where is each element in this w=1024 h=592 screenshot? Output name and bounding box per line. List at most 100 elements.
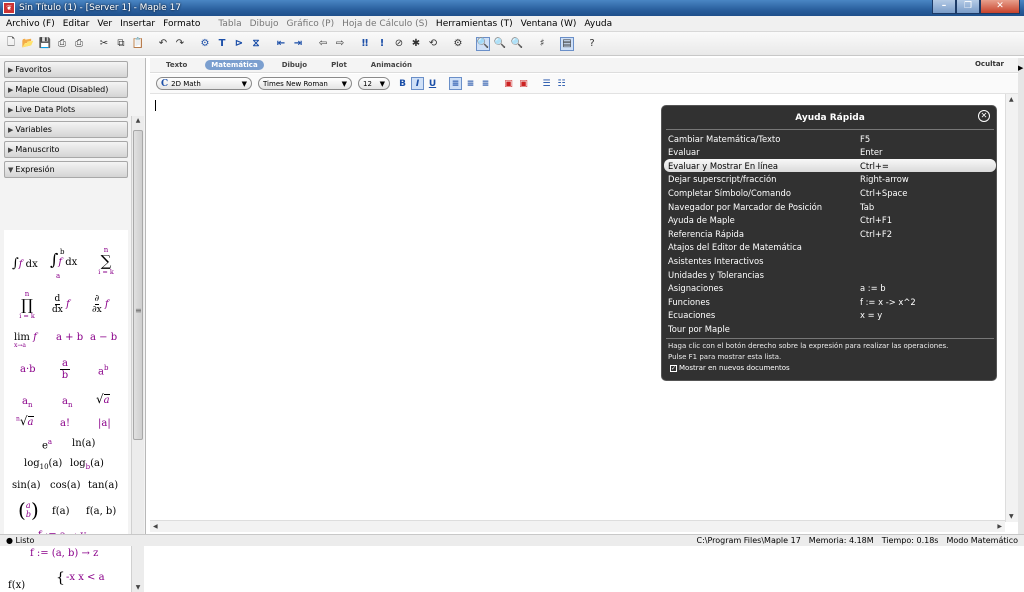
- hide-toolbar-button[interactable]: Ocultar: [975, 60, 1004, 68]
- stop-icon[interactable]: ⊘: [392, 37, 406, 51]
- quick-help-row[interactable]: Ayuda de Maple Ctrl+F1: [664, 214, 996, 227]
- menu-tabla[interactable]: Tabla: [214, 19, 245, 29]
- collapse-arrow-icon[interactable]: ▶: [1018, 64, 1023, 72]
- menu-grafico[interactable]: Gráfico (P): [282, 19, 338, 29]
- palette-live-data-plots[interactable]: ▶ Live Data Plots: [4, 101, 128, 118]
- menu-formato[interactable]: Formato: [159, 19, 204, 29]
- italic-button[interactable]: I: [411, 77, 424, 90]
- expr-factorial[interactable]: a!: [60, 418, 70, 429]
- palette-maple-cloud[interactable]: ▶ Maple Cloud (Disabled): [4, 81, 128, 98]
- toggle-text-math-icon[interactable]: ⚙: [198, 37, 212, 51]
- menu-hoja-calculo[interactable]: Hoja de Cálculo (S): [338, 19, 432, 29]
- bullet-list-icon[interactable]: ☰: [540, 77, 553, 90]
- undo-icon[interactable]: ↶: [156, 37, 170, 51]
- expr-sum[interactable]: n ∑ i = k: [94, 246, 118, 276]
- expr-cos[interactable]: cos(a): [50, 480, 81, 491]
- scroll-thumb[interactable]: [133, 130, 143, 440]
- open-folder-icon[interactable]: 📂: [21, 37, 35, 51]
- maximize-button[interactable]: ❐: [956, 0, 980, 14]
- palette-scrollbar[interactable]: ▲ ≡ ▼: [131, 116, 144, 592]
- expr-partial[interactable]: ∂ ∂x f: [92, 294, 109, 315]
- menu-herramientas[interactable]: Herramientas (T): [432, 19, 517, 29]
- tab-dibujo[interactable]: Dibujo: [276, 60, 313, 70]
- menu-insertar[interactable]: Insertar: [116, 19, 159, 29]
- quick-help-row[interactable]: Evaluar Enter: [664, 146, 996, 159]
- quick-help-row[interactable]: Funciones f := x -> x^2: [664, 295, 996, 308]
- expr-nth-root[interactable]: n√a: [16, 414, 34, 428]
- expr-logb[interactable]: logb(a): [70, 458, 104, 471]
- expr-sqrt[interactable]: √a: [96, 392, 110, 406]
- scroll-right-icon[interactable]: ▶: [997, 523, 1002, 530]
- expr-integral[interactable]: ∫f dx: [12, 256, 38, 271]
- expr-log10[interactable]: log10(a): [24, 458, 62, 471]
- close-button[interactable]: ✕: [980, 0, 1020, 14]
- help-icon[interactable]: ?: [585, 37, 599, 51]
- expr-subscript[interactable]: an: [22, 396, 32, 409]
- expr-a-minus-b[interactable]: a − b: [90, 332, 117, 343]
- align-right-icon[interactable]: ≡: [479, 77, 492, 90]
- section-icon[interactable]: ⧖: [249, 37, 263, 51]
- expr-exp[interactable]: ea: [42, 438, 52, 451]
- palette-expresion[interactable]: ▼ Expresión: [4, 161, 128, 178]
- quick-help-row[interactable]: Navegador por Marcador de Posición Tab: [664, 200, 996, 213]
- bold-button[interactable]: B: [396, 77, 409, 90]
- quick-help-row[interactable]: Cambiar Matemática/Texto F5: [664, 132, 996, 145]
- scroll-down-icon[interactable]: ▼: [132, 584, 144, 591]
- expr-tan[interactable]: tan(a): [88, 480, 118, 491]
- close-circle-icon[interactable]: ✕: [978, 110, 990, 122]
- palette-favoritos[interactable]: ▶ Favoritos: [4, 61, 128, 78]
- expr-map2[interactable]: f := (a, b) → z: [30, 548, 98, 559]
- scroll-down-icon[interactable]: ▼: [1009, 513, 1014, 520]
- zoom-100-icon[interactable]: 🔍: [476, 36, 490, 51]
- menu-ayuda[interactable]: Ayuda: [580, 19, 616, 29]
- settings-icon[interactable]: ⚙: [451, 37, 465, 51]
- indent-icon[interactable]: ⇤: [274, 37, 288, 51]
- scroll-up-icon[interactable]: ▲: [1009, 96, 1014, 103]
- save-icon[interactable]: 💾: [38, 37, 52, 51]
- quick-help-row[interactable]: Tour por Maple: [664, 322, 996, 335]
- expr-fab[interactable]: f(a, b): [86, 506, 116, 517]
- menu-editar[interactable]: Editar: [59, 19, 94, 29]
- expr-fraction[interactable]: a b: [60, 358, 70, 381]
- menu-ver[interactable]: Ver: [93, 19, 116, 29]
- menu-archivo[interactable]: Archivo (F): [2, 19, 59, 29]
- execute-icon[interactable]: !: [375, 37, 389, 51]
- expr-sin[interactable]: sin(a): [12, 480, 41, 491]
- expr-power[interactable]: ab: [98, 364, 108, 377]
- show-in-new-docs-checkbox[interactable]: ✓ Mostrar en nuevos documentos: [670, 364, 790, 372]
- back-arrow-icon[interactable]: ⇦: [316, 37, 330, 51]
- palette-manuscrito[interactable]: ▶ Manuscrito: [4, 141, 128, 158]
- checkbox-checked-icon[interactable]: ✓: [670, 364, 677, 372]
- print-preview-icon[interactable]: ⎙: [72, 37, 86, 51]
- expr-subscript-2[interactable]: an: [62, 396, 72, 409]
- quick-help-row[interactable]: Unidades y Tolerancias: [664, 268, 996, 281]
- document-vertical-scrollbar[interactable]: ▲ ▼: [1005, 94, 1018, 522]
- quick-help-row[interactable]: Dejar superscript/fracción Right-arrow: [664, 173, 996, 186]
- quick-help-row[interactable]: Ecuaciones x = y: [664, 309, 996, 322]
- scroll-up-icon[interactable]: ▲: [132, 117, 144, 124]
- restart-icon[interactable]: ⟲: [426, 37, 440, 51]
- quick-help-row[interactable]: Asignaciones a := b: [664, 282, 996, 295]
- align-center-icon[interactable]: ≡: [464, 77, 477, 90]
- quick-help-row[interactable]: Completar Símbolo/Comando Ctrl+Space: [664, 186, 996, 199]
- tab-texto[interactable]: Texto: [160, 60, 193, 70]
- tab-animacion[interactable]: Animación: [365, 60, 418, 70]
- size-dropdown[interactable]: 12 ▼: [358, 77, 390, 90]
- highlight-color-icon[interactable]: ▣: [517, 77, 530, 90]
- execute-all-icon[interactable]: ‼: [358, 37, 372, 51]
- expr-abs[interactable]: |a|: [98, 418, 111, 429]
- cut-icon[interactable]: ✂: [97, 37, 111, 51]
- expr-a-plus-b[interactable]: a + b: [56, 332, 83, 343]
- document-horizontal-scrollbar[interactable]: ◀ ▶: [150, 520, 1005, 532]
- font-dropdown[interactable]: Times New Roman ▼: [258, 77, 352, 90]
- debug-icon[interactable]: ✱: [409, 37, 423, 51]
- expr-ln[interactable]: ln(a): [72, 438, 95, 449]
- tab-matematica[interactable]: Matemática: [205, 60, 264, 70]
- forward-arrow-icon[interactable]: ⇨: [333, 37, 347, 51]
- expr-a-dot-b[interactable]: a·b: [20, 364, 36, 375]
- hash-icon[interactable]: ♯: [535, 37, 549, 51]
- expr-definite-integral[interactable]: b ∫f dx a: [50, 248, 77, 280]
- insert-text-icon[interactable]: T: [215, 37, 229, 51]
- menu-dibujo[interactable]: Dibujo: [246, 19, 283, 29]
- expr-product[interactable]: n ∏ i = k: [16, 290, 38, 320]
